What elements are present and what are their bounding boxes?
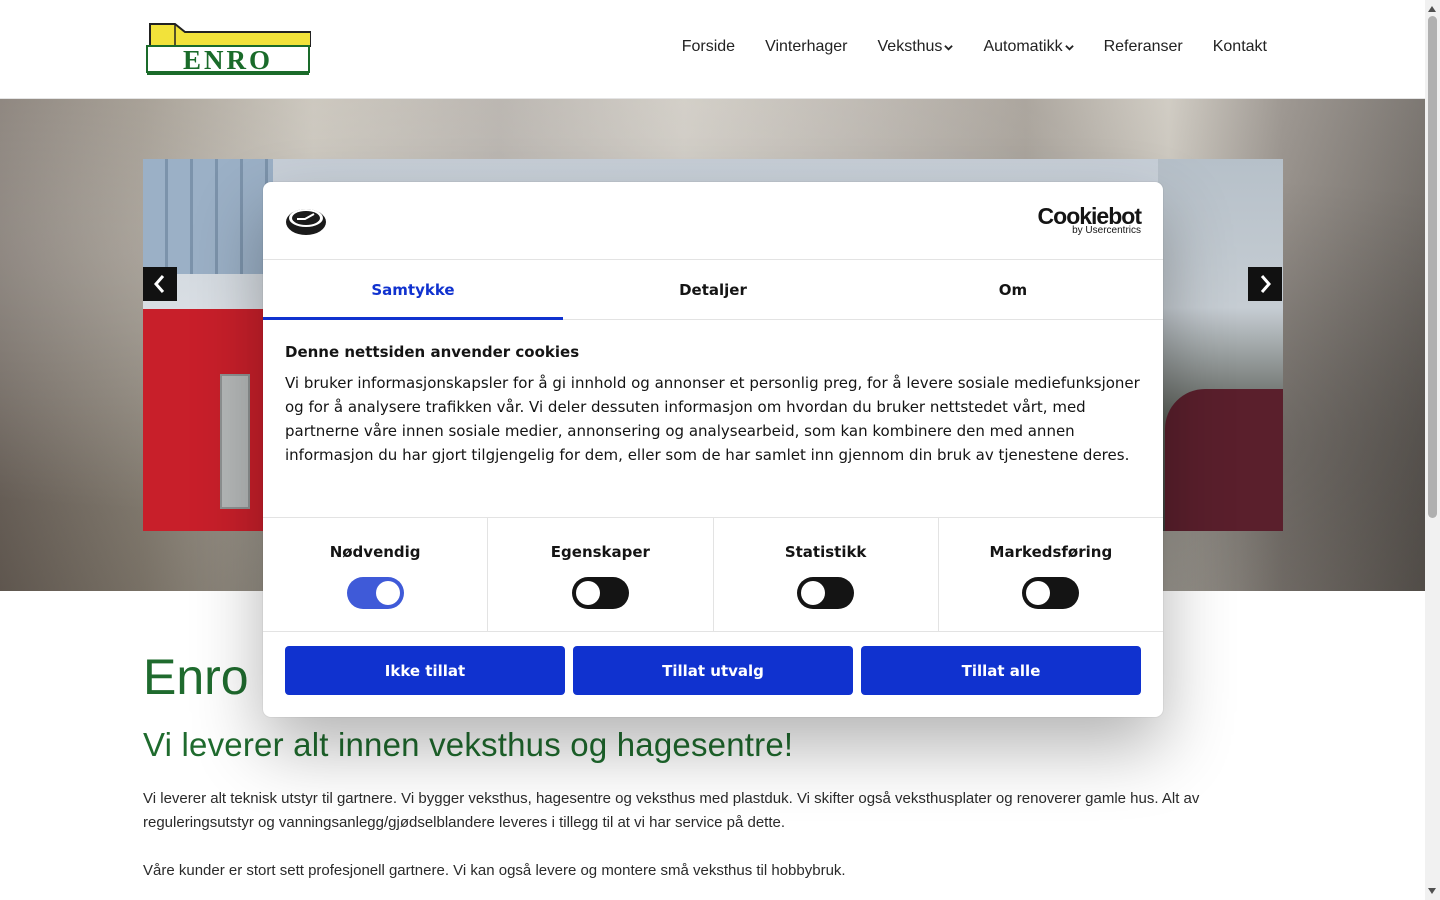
chevron-right-icon [1260, 275, 1271, 293]
toggle-label: Statistikk [784, 543, 867, 561]
allow-all-button[interactable]: Tillat alle [861, 646, 1141, 695]
preferences-toggle[interactable] [571, 577, 629, 609]
cookie-consent-dialog: Cookiebot by Usercentrics Samtykke Detal… [263, 182, 1163, 717]
customers-paragraph: Våre kunder er stort sett profesjonell g… [143, 862, 846, 879]
intro-paragraph: Vi leverer alt teknisk utstyr til gartne… [143, 790, 1200, 831]
scroll-down-arrow-icon[interactable] [1428, 888, 1436, 894]
toggle-label: Nødvendig [329, 543, 421, 561]
tab-samtykke[interactable]: Samtykke [263, 260, 563, 320]
page-title: Enro [143, 649, 249, 705]
building-door [220, 374, 250, 509]
nav-item-vinterhager[interactable]: Vinterhager [765, 38, 847, 56]
toggle-group-marketing: Markedsføring [939, 518, 1163, 631]
slider-prev-button[interactable] [143, 267, 177, 301]
nav-item-automatikk[interactable]: Automatikk [983, 38, 1074, 56]
statistics-toggle[interactable] [797, 577, 855, 609]
toggle-knob [801, 581, 826, 605]
nav-label: Veksthus [877, 38, 943, 55]
cookiebot-logo: Cookiebot by Usercentrics [1038, 204, 1142, 236]
necessary-toggle[interactable] [346, 577, 404, 609]
nav-item-veksthus[interactable]: Veksthus [878, 38, 954, 56]
slider-next-button[interactable] [1248, 267, 1282, 301]
nav-label: Automatikk [983, 38, 1063, 55]
consent-toggles: Nødvendig Egenskaper Statistikk Markedsf… [263, 517, 1163, 632]
enro-logo[interactable]: ENRO [145, 22, 311, 76]
tab-detaljer[interactable]: Detaljer [563, 260, 863, 319]
toggle-group-necessary: Nødvendig [263, 518, 489, 631]
dialog-header: Cookiebot by Usercentrics [263, 182, 1163, 260]
toggle-knob [575, 581, 600, 605]
dialog-buttons: Ikke tillat Tillat utvalg Tillat alle [285, 646, 1141, 695]
site-header: ENRO Forside Vinterhager Veksthus Automa… [0, 0, 1425, 99]
nav-label: Referanser [1103, 38, 1183, 55]
deny-button[interactable]: Ikke tillat [285, 646, 565, 695]
marketing-toggle[interactable] [1022, 577, 1080, 609]
toggle-knob [1026, 581, 1051, 605]
cookie-description: Vi bruker informasjonskapsler for å gi i… [285, 374, 1140, 464]
greenhouse-glass [143, 159, 273, 274]
cookie-title: Denne nettsiden anvender cookies [285, 343, 580, 361]
main-nav: Forside Vinterhager Veksthus Automatikk … [682, 38, 1267, 56]
nav-item-kontakt[interactable]: Kontakt [1213, 38, 1267, 56]
nav-label: Vinterhager [765, 38, 848, 55]
nav-item-referanser[interactable]: Referanser [1104, 38, 1183, 56]
red-building [143, 309, 273, 531]
toggle-group-statistics: Statistikk [714, 518, 939, 631]
nav-label: Forside [681, 38, 736, 55]
cookiebot-icon [286, 209, 326, 235]
chevron-left-icon [154, 275, 165, 293]
scroll-up-arrow-icon[interactable] [1428, 6, 1436, 12]
chevron-down-icon [1064, 44, 1074, 51]
tab-om[interactable]: Om [863, 260, 1163, 319]
dialog-body: Denne nettsiden anvender cookies Vi bruk… [285, 343, 1141, 467]
page-scrollbar[interactable] [1425, 0, 1440, 900]
page: ENRO Forside Vinterhager Veksthus Automa… [0, 0, 1425, 900]
svg-text:ENRO: ENRO [183, 45, 273, 75]
nav-label: Kontakt [1212, 38, 1267, 55]
nav-item-forside[interactable]: Forside [682, 38, 735, 56]
dialog-tabs: Samtykke Detaljer Om [263, 260, 1163, 320]
toggle-knob [375, 581, 400, 605]
toggle-label: Egenskaper [550, 543, 650, 561]
toggle-label: Markedsføring [989, 543, 1113, 561]
toggle-group-preferences: Egenskaper [488, 518, 714, 631]
parked-car [1165, 389, 1283, 531]
scrollbar-thumb[interactable] [1428, 16, 1437, 518]
chevron-down-icon [944, 44, 954, 51]
page-subtitle: Vi leverer alt innen veksthus og hagesen… [143, 726, 794, 763]
allow-selection-button[interactable]: Tillat utvalg [573, 646, 853, 695]
